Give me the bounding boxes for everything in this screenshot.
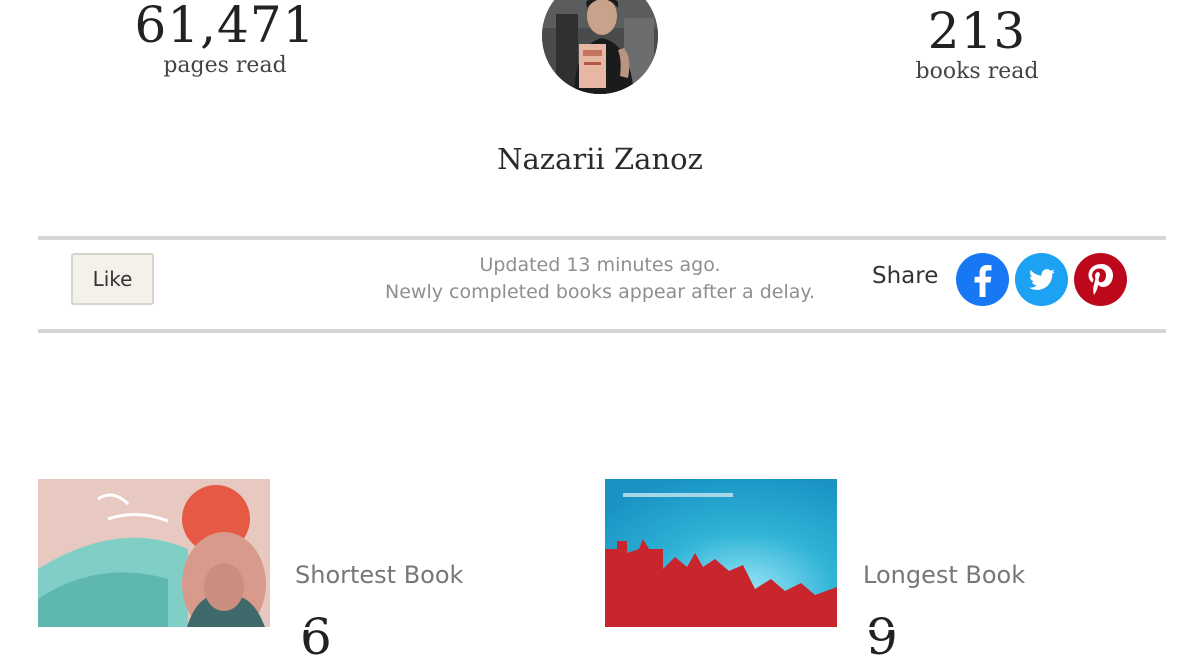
- shortest-book-label: Shortest Book: [295, 561, 464, 589]
- delay-note-text: Newly completed books appear after a del…: [385, 281, 815, 303]
- divider-bottom: [38, 329, 1166, 333]
- update-info: Updated 13 minutes ago. Newly completed …: [360, 252, 840, 306]
- avatar-photo: [542, 0, 658, 94]
- pages-read-value: 61,471: [134, 0, 316, 54]
- longest-book-pages-value: 9: [866, 608, 898, 666]
- twitter-icon: [1029, 269, 1055, 290]
- shortest-book-cover[interactable]: [38, 479, 270, 630]
- twitter-share-button[interactable]: [1015, 253, 1068, 306]
- books-read-label: books read: [915, 59, 1039, 84]
- divider-top: [38, 236, 1166, 240]
- user-name[interactable]: Nazarii Zanoz: [400, 142, 800, 176]
- avatar[interactable]: [542, 0, 658, 94]
- stat-books-read: 213 books read: [847, 0, 1107, 84]
- shortest-book-pages-value: 6: [300, 608, 332, 666]
- like-button[interactable]: Like: [71, 253, 154, 305]
- books-read-value: 213: [927, 2, 1027, 60]
- pages-read-label: pages read: [163, 53, 287, 78]
- stat-pages-read: 61,471 pages read: [95, 0, 355, 78]
- pinterest-share-button[interactable]: [1074, 253, 1127, 306]
- facebook-share-button[interactable]: [956, 253, 1009, 306]
- shortest-book-cover-image: [38, 479, 270, 630]
- longest-book-label: Longest Book: [863, 561, 1026, 589]
- pinterest-icon: [1088, 264, 1113, 295]
- share-label: Share: [872, 263, 939, 289]
- facebook-icon: [974, 265, 992, 297]
- updated-time-text: Updated 13 minutes ago.: [479, 254, 721, 276]
- longest-book-cover-image: [605, 479, 837, 630]
- longest-book-cover[interactable]: [605, 479, 837, 630]
